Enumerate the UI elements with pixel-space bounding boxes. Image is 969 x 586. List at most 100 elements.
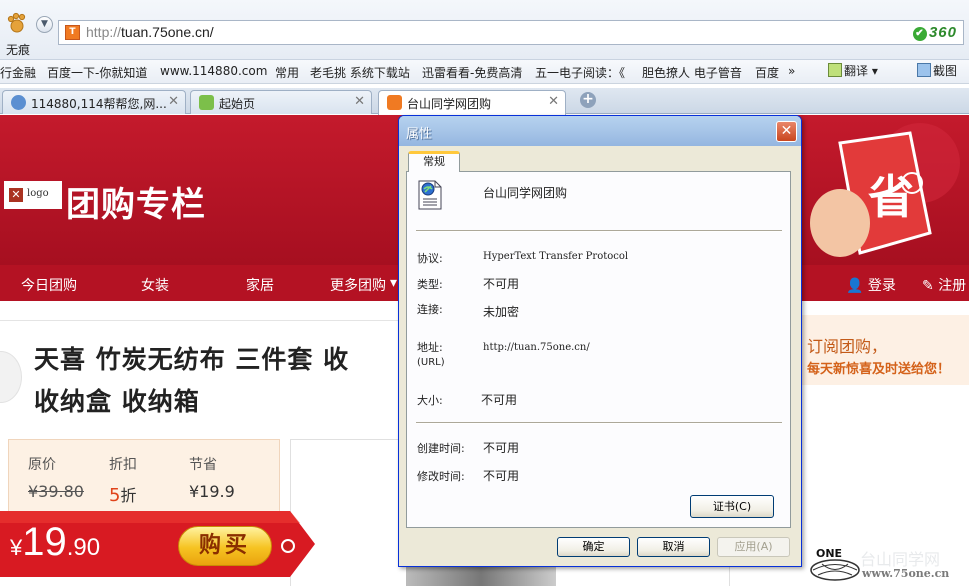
logo-alt-text: logo bbox=[27, 188, 49, 199]
discount-label: 折扣 bbox=[109, 457, 137, 473]
bookmark-item[interactable]: 迅雷看看-免费高清 bbox=[422, 64, 522, 81]
price-decimal: .90 bbox=[66, 534, 101, 561]
globe-icon bbox=[11, 95, 26, 110]
screenshot-tool[interactable]: 截图 bbox=[917, 62, 957, 79]
login-link[interactable]: 👤 登录 bbox=[846, 275, 896, 295]
nav-item-more[interactable]: 更多团购 bbox=[330, 275, 386, 295]
discount-value: 5折 bbox=[109, 482, 136, 506]
created-label: 创建时间: bbox=[417, 442, 465, 455]
address-bar[interactable]: T http://tuan.75one.cn/ ✔ 360 bbox=[58, 20, 964, 45]
broken-image-icon: ✕ bbox=[9, 188, 23, 202]
promo-hand-image: 省 bbox=[810, 123, 960, 257]
browser-toolbar: 无痕 ▼ T http://tuan.75one.cn/ ✔ 360 bbox=[0, 0, 969, 60]
translate-tool[interactable]: 翻译 ▾ bbox=[828, 62, 878, 79]
tab-bar: 114880,114帮帮您,网... ✕ 起始页 ✕ 台山同学网团购 ✕ + bbox=[0, 88, 969, 115]
discount-number: 5 bbox=[109, 485, 121, 506]
site-favicon: T bbox=[65, 25, 80, 40]
buy-button[interactable]: 购买 bbox=[178, 526, 272, 566]
nav-item-today[interactable]: 今日团购 bbox=[21, 275, 77, 295]
bookmark-item[interactable]: 百度一下-你就知道 bbox=[47, 64, 147, 81]
start-page-icon bbox=[199, 95, 214, 110]
subscribe-panel[interactable]: 订阅团购， 每天新惊喜及时送给您！ bbox=[800, 315, 969, 385]
close-icon[interactable]: ✕ bbox=[776, 121, 797, 142]
translate-icon bbox=[828, 63, 842, 77]
tab-general[interactable]: 常规 bbox=[408, 151, 460, 172]
security-badge-label: 360 bbox=[928, 24, 957, 41]
tab-title: 起始页 bbox=[219, 97, 256, 111]
created-value: 不可用 bbox=[483, 441, 520, 455]
nav-item-women[interactable]: 女装 bbox=[141, 275, 169, 295]
deal-title-line: 天喜 竹炭无纺布 三件套 收 bbox=[34, 345, 350, 374]
bookmark-item[interactable]: 胆色撩人 电子管音 bbox=[642, 64, 742, 81]
currency-symbol: ¥ bbox=[10, 535, 23, 560]
deal-title[interactable]: 天喜 竹炭无纺布 三件套 收 收纳盒 收纳箱 bbox=[34, 339, 454, 423]
apply-button[interactable]: 应用(A) bbox=[717, 537, 790, 557]
bookmark-item[interactable]: 五一电子阅读：《 bbox=[535, 64, 625, 81]
subscribe-tagline: 每天新惊喜及时送给您！ bbox=[807, 362, 951, 377]
address-label-text: 地址: bbox=[417, 341, 443, 354]
subscribe-heading: 订阅团购， bbox=[807, 337, 888, 356]
orig-price-label: 原价 bbox=[28, 457, 56, 473]
deal-title-line: 收纳盒 收纳箱 bbox=[34, 387, 200, 416]
security-badge[interactable]: ✔ 360 bbox=[912, 24, 957, 41]
traceless-mode-label[interactable]: 无痕 bbox=[6, 41, 30, 58]
close-icon[interactable]: ✕ bbox=[354, 94, 365, 109]
type-label: 类型: bbox=[417, 278, 443, 291]
close-icon[interactable]: ✕ bbox=[548, 94, 559, 109]
divider bbox=[416, 422, 782, 424]
logo-image[interactable]: ✕ logo bbox=[4, 181, 62, 209]
tab-title: 台山同学网团购 bbox=[407, 97, 492, 111]
general-panel: 台山同学网团购 协议: HyperText Transfer Protocol … bbox=[406, 171, 791, 528]
type-value: 不可用 bbox=[483, 277, 520, 291]
radio-dot-icon bbox=[281, 539, 295, 553]
chevron-down-icon[interactable]: ▼ bbox=[36, 16, 53, 33]
save-value: ¥19.9 bbox=[189, 482, 235, 501]
browser-tab-active[interactable]: 台山同学网团购 ✕ bbox=[378, 90, 566, 115]
nav-item-home[interactable]: 家居 bbox=[246, 275, 274, 295]
save-label: 节省 bbox=[189, 457, 217, 473]
bookmarks-bar: 行金融 百度一下-你就知道 www.114880.com 常用 老毛挑 系统下载… bbox=[0, 60, 969, 84]
ok-button[interactable]: 确定 bbox=[557, 537, 630, 557]
connection-value: 未加密 bbox=[483, 305, 520, 319]
bookmark-item[interactable]: 常用 bbox=[275, 64, 299, 81]
url-field[interactable]: http://tuan.75one.cn/ bbox=[86, 24, 214, 40]
close-icon[interactable]: ✕ bbox=[168, 94, 179, 109]
register-label: 注册 bbox=[938, 278, 967, 294]
protocol-label: 协议: bbox=[417, 252, 443, 265]
bookmark-item[interactable]: 百度 bbox=[755, 64, 779, 81]
browser-tab[interactable]: 起始页 ✕ bbox=[190, 90, 372, 114]
watermark-logo: ONE bbox=[810, 547, 860, 581]
url-host: tuan.75one.cn/ bbox=[121, 24, 214, 40]
bookmarks-overflow-icon[interactable]: » bbox=[788, 64, 795, 78]
cancel-button[interactable]: 取消 bbox=[637, 537, 710, 557]
size-value: 不可用 bbox=[481, 393, 518, 407]
price-info: 原价 折扣 节省 ¥39.80 5折 ¥19.9 bbox=[8, 439, 280, 514]
check-icon: ✔ bbox=[912, 27, 927, 41]
certificate-button[interactable]: 证书(C) bbox=[690, 495, 774, 518]
screenshot-label: 截图 bbox=[933, 64, 958, 78]
browser-tab[interactable]: 114880,114帮帮您,网... ✕ bbox=[2, 90, 186, 114]
orig-price-value: ¥39.80 bbox=[28, 482, 84, 501]
chevron-down-icon[interactable]: ▾ bbox=[390, 275, 397, 291]
site-favicon bbox=[387, 95, 402, 110]
paw-logo-icon[interactable] bbox=[6, 12, 28, 34]
modified-label: 修改时间: bbox=[417, 470, 465, 483]
bookmark-item[interactable]: www.114880.com bbox=[160, 64, 267, 78]
new-tab-button[interactable]: + bbox=[580, 92, 596, 108]
pencil-icon: ✎ bbox=[922, 278, 934, 294]
divider bbox=[416, 230, 782, 232]
bookmark-item[interactable]: 老毛挑 系统下载站 bbox=[310, 64, 410, 81]
tab-title: 114880,114帮帮您,网... bbox=[31, 97, 167, 111]
scissors-icon bbox=[917, 63, 931, 77]
page-title: 团购专栏 bbox=[66, 185, 206, 225]
protocol-value: HyperText Transfer Protocol bbox=[483, 251, 629, 262]
size-label: 大小: bbox=[417, 394, 443, 407]
properties-dialog: 属性 ✕ 常规 台山同学网团购 协议: HyperText Transfer P… bbox=[398, 115, 802, 567]
dialog-titlebar[interactable]: 属性 ✕ bbox=[399, 116, 801, 146]
address-value: http://tuan.75one.cn/ bbox=[483, 342, 590, 353]
address-label-sub: (URL) bbox=[417, 357, 445, 368]
svg-text:ONE: ONE bbox=[816, 547, 842, 560]
bookmark-item[interactable]: 行金融 bbox=[0, 64, 36, 81]
register-link[interactable]: ✎ 注册 bbox=[922, 275, 966, 295]
item-name: 台山同学网团购 bbox=[483, 186, 568, 200]
